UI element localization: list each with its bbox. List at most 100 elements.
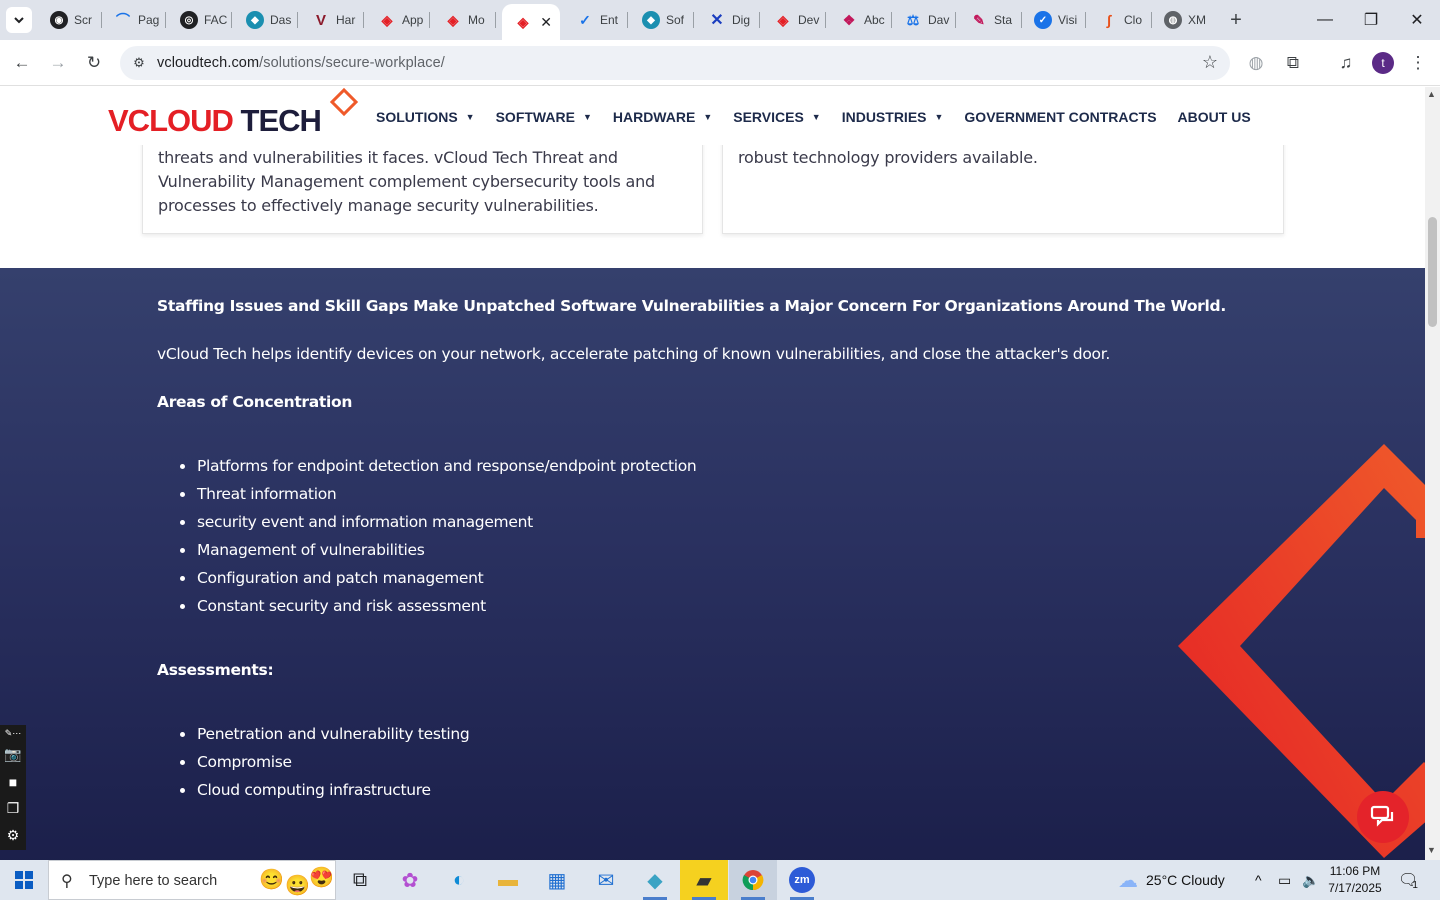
section-headline: Staffing Issues and Skill Gaps Make Unpa… — [157, 297, 1226, 315]
tab-14[interactable]: ✎ Sta — [958, 6, 1022, 34]
areas-title: Areas of Concentration — [157, 393, 353, 411]
tab-13[interactable]: ⚖ Dav — [892, 6, 956, 34]
list-item: Constant security and risk assessment — [180, 592, 696, 620]
tab-label: Scr — [74, 13, 92, 27]
tab-3[interactable]: ◆ Das — [234, 6, 298, 34]
nav-government-contracts[interactable]: GOVERNMENT CONTRACTS — [964, 109, 1156, 125]
tab-5[interactable]: ◈ App — [366, 6, 430, 34]
task-view-icon[interactable]: ⧉ — [336, 860, 384, 900]
assessments-title: Assessments: — [157, 661, 274, 679]
close-tab-icon[interactable]: ✕ — [540, 14, 552, 31]
url-path: /solutions/secure-workplace/ — [259, 55, 445, 71]
forward-button[interactable]: → — [45, 50, 71, 76]
show-hidden-icons-icon[interactable]: ^ — [1255, 860, 1262, 900]
tab-label: Visi — [1058, 13, 1078, 27]
emoji-face-icon: 😀 — [285, 875, 310, 897]
reload-button[interactable]: ↻ — [81, 50, 107, 76]
browser-toolbar: ← → ↻ ⚙ vcloudtech.com/solutions/secure-… — [0, 40, 1440, 86]
vcloud-tech-logo[interactable]: VCLOUD TECH — [108, 87, 359, 142]
tab-16[interactable]: ∫ Clo — [1088, 6, 1152, 34]
restore-button[interactable]: ❐ — [1348, 0, 1394, 40]
digital-x-icon: ✕ — [710, 12, 724, 29]
nav-solutions[interactable]: SOLUTIONS ▼ — [376, 109, 475, 125]
harvest-icon: V — [315, 11, 326, 29]
tab-0[interactable]: ◉ Scr — [38, 6, 102, 34]
tab-label: Har — [336, 13, 356, 27]
tab-1[interactable]: ⌒ Pag — [102, 6, 166, 34]
globe-icon: ◍ — [1164, 11, 1182, 29]
tab-10[interactable]: ✕ Dig — [696, 6, 760, 34]
search-placeholder: Type here to search — [89, 873, 218, 889]
nav-software[interactable]: SOFTWARE ▼ — [496, 109, 592, 125]
pagespeed-icon: ⌒ — [116, 12, 130, 28]
list-item: Management of vulnerabilities — [180, 536, 696, 564]
browser-menu-icon[interactable]: ⋮ — [1405, 50, 1431, 76]
extensions-icon[interactable]: ⧉ — [1280, 50, 1306, 76]
close-window-button[interactable]: ✕ — [1394, 0, 1440, 40]
tab-8[interactable]: ✓ Ent — [564, 6, 628, 34]
tab-4[interactable]: V Har — [300, 6, 364, 34]
more-options-icon[interactable]: ✎⋯ — [0, 725, 26, 741]
minimize-button[interactable]: — — [1302, 0, 1348, 40]
url-text[interactable]: vcloudtech.com/solutions/secure-workplac… — [157, 55, 445, 71]
tab-label: Abc — [864, 13, 885, 27]
media-control-icon[interactable]: ♫ — [1333, 50, 1359, 76]
network-icon[interactable]: ▭ — [1278, 860, 1291, 900]
nav-about-us[interactable]: ABOUT US — [1178, 109, 1251, 125]
edge-browser-icon[interactable]: ◐ — [435, 860, 483, 900]
video-icon[interactable]: ■ — [0, 768, 26, 795]
tab-label: FAC — [204, 13, 228, 27]
microsoft-store-icon[interactable]: ▦ — [533, 860, 581, 900]
nav-services[interactable]: SERVICES ▼ — [733, 109, 820, 125]
system-clock[interactable]: 11:06 PM 7/17/2025 — [1322, 863, 1388, 897]
mail-icon[interactable]: ✉ — [582, 860, 630, 900]
dashboard-icon: ◆ — [246, 11, 264, 29]
new-tab-button[interactable]: + — [1224, 8, 1248, 32]
start-button[interactable] — [0, 860, 48, 900]
back-button[interactable]: ← — [9, 50, 35, 76]
file-explorer-icon[interactable]: ▬ — [484, 860, 532, 900]
app-diamond-icon[interactable]: ◆ — [631, 860, 679, 900]
chat-button[interactable] — [1357, 791, 1409, 843]
settings-gear-icon[interactable]: ⚙ — [0, 822, 26, 849]
logo-diamond-icon — [329, 87, 359, 117]
tab-label: Clo — [1124, 13, 1143, 27]
tab-9[interactable]: ◆ Sof — [630, 6, 694, 34]
volume-icon[interactable]: 🔈 — [1302, 860, 1319, 900]
tab-6[interactable]: ◈ Mo — [432, 6, 496, 34]
translate-icon[interactable]: ◍ — [1243, 50, 1269, 76]
tab-11[interactable]: ◈ Dev — [762, 6, 826, 34]
windows-icon[interactable]: ❐ — [0, 795, 26, 822]
abc-icon: ❖ — [842, 11, 856, 28]
areas-list: Platforms for endpoint detection and res… — [180, 452, 697, 620]
taskbar-search-box[interactable]: ⚲ Type here to search 😊 😀 😍 — [48, 860, 336, 900]
profile-avatar[interactable]: t — [1372, 52, 1394, 74]
tab-search-button[interactable] — [6, 7, 32, 33]
nav-hardware[interactable]: HARDWARE ▼ — [613, 109, 712, 125]
chrome-icon[interactable] — [729, 860, 777, 900]
tab-active[interactable]: ◈ ✕ — [502, 4, 560, 40]
site-info-icon[interactable]: ⚙ — [130, 54, 148, 72]
weather-widget[interactable]: ☁ 25°C Cloudy — [1118, 860, 1225, 900]
tab-12[interactable]: ❖ Abc — [828, 6, 892, 34]
address-bar[interactable]: ⚙ vcloudtech.com/solutions/secure-workpl… — [120, 46, 1230, 80]
windows-taskbar: ⚲ Type here to search 😊 😀 😍 ⧉ ✿ ◐ ▬ ▦ ✉ … — [0, 860, 1440, 900]
caret-down-icon: ▼ — [811, 112, 821, 122]
camera-icon[interactable]: 📷 — [0, 741, 26, 768]
tab-17[interactable]: ◍ XM — [1152, 6, 1216, 34]
scroll-up-icon[interactable]: ▲ — [1427, 89, 1436, 99]
notification-center-icon[interactable]: 🗨 1 — [1398, 860, 1418, 900]
bookmark-star-icon[interactable]: ☆ — [1202, 52, 1218, 73]
zoom-icon[interactable]: zm — [778, 860, 826, 900]
nav-industries[interactable]: INDUSTRIES ▼ — [842, 109, 944, 125]
scrollbar-thumb[interactable] — [1428, 217, 1437, 327]
page-scrollbar[interactable]: ▲ ▼ — [1425, 87, 1440, 860]
tab-15[interactable]: ✓ Visi — [1022, 6, 1086, 34]
nav-label: ABOUT US — [1177, 109, 1251, 125]
tab-2[interactable]: ◎ FAC — [168, 6, 232, 34]
scroll-down-icon[interactable]: ▼ — [1427, 845, 1436, 855]
sticky-notes-icon[interactable]: ▰ — [680, 860, 728, 900]
copilot-icon[interactable]: ✿ — [386, 860, 434, 900]
tab-label: Ent — [600, 13, 619, 27]
list-item: Threat information — [180, 480, 696, 508]
